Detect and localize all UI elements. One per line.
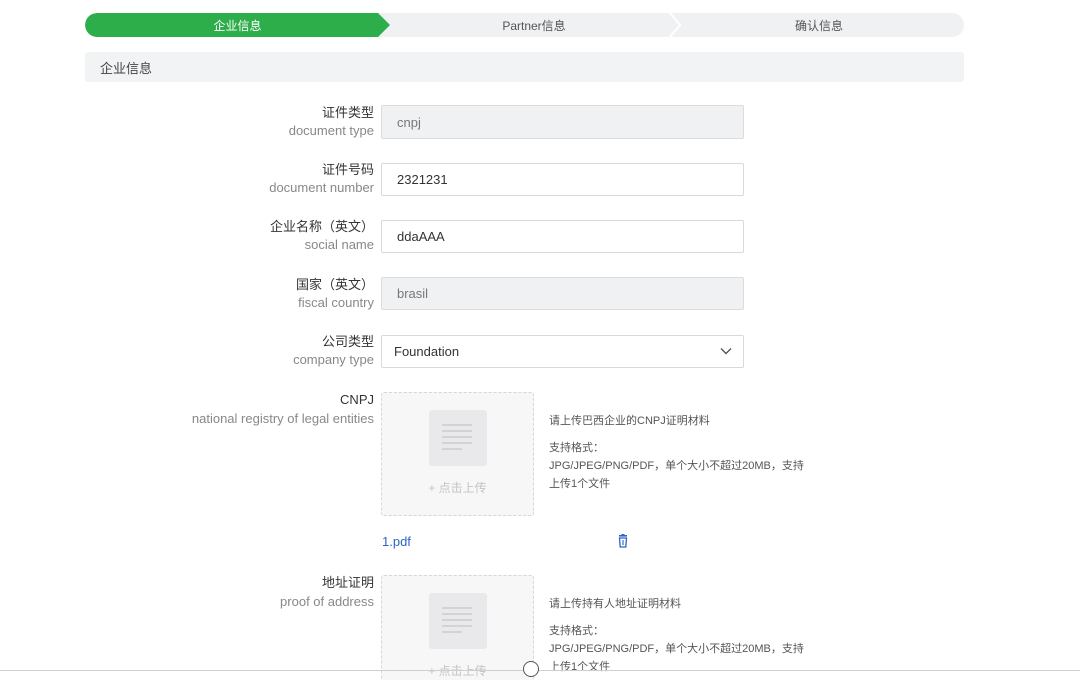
fiscal-country-input[interactable]: brasil — [381, 277, 744, 310]
proof-of-address-upload-button[interactable]: + 点击上传 — [381, 575, 534, 680]
document-icon — [429, 410, 487, 466]
document-icon — [429, 593, 487, 649]
field-label: 国家（英文） fiscal country — [295, 277, 374, 310]
upload-hint: 请上传巴西企业的CNPJ证明材料 支持格式： JPG/JPEG/PNG/PDF，… — [549, 415, 804, 490]
scroll-handle[interactable] — [523, 661, 539, 677]
bottom-divider — [0, 670, 1080, 671]
trash-icon[interactable] — [616, 534, 630, 548]
step-label: Partner信息 — [502, 18, 566, 33]
step-confirm-info[interactable]: 确认信息 — [674, 13, 964, 37]
company-type-select[interactable]: Foundation — [381, 335, 744, 368]
section-header: 企业信息 — [85, 52, 964, 82]
field-label: 证件类型 document type — [288, 105, 374, 138]
social-name-input[interactable]: ddaAAA — [381, 220, 744, 253]
upload-label: + 点击上传 — [428, 481, 487, 495]
step-company-info[interactable]: 企业信息 — [85, 13, 390, 37]
field-label: 公司类型 company type — [293, 334, 374, 367]
progress-stepper: 企业信息 Partner信息 确认信息 — [85, 13, 964, 37]
chevron-down-icon — [719, 344, 733, 358]
document-number-input[interactable]: 2321231 — [381, 163, 744, 196]
field-label: 证件号码 document number — [269, 162, 374, 195]
field-label: CNPJ national registry of legal entities — [191, 392, 374, 426]
uploaded-file-link[interactable]: 1.pdf — [382, 534, 411, 549]
step-label: 企业信息 — [213, 18, 262, 33]
document-type-input[interactable]: cnpj — [381, 105, 744, 139]
field-label: 企业名称（英文） social name — [269, 219, 374, 252]
step-label: 确认信息 — [794, 18, 843, 33]
cnpj-upload-button[interactable]: + 点击上传 — [381, 392, 534, 516]
upload-hint: 请上传持有人地址证明材料 支持格式： JPG/JPEG/PNG/PDF，单个大小… — [549, 598, 804, 673]
field-label: 地址证明 proof of address — [280, 575, 374, 609]
section-title: 企业信息 — [100, 60, 153, 76]
step-partner-info[interactable]: Partner信息 — [384, 13, 682, 37]
